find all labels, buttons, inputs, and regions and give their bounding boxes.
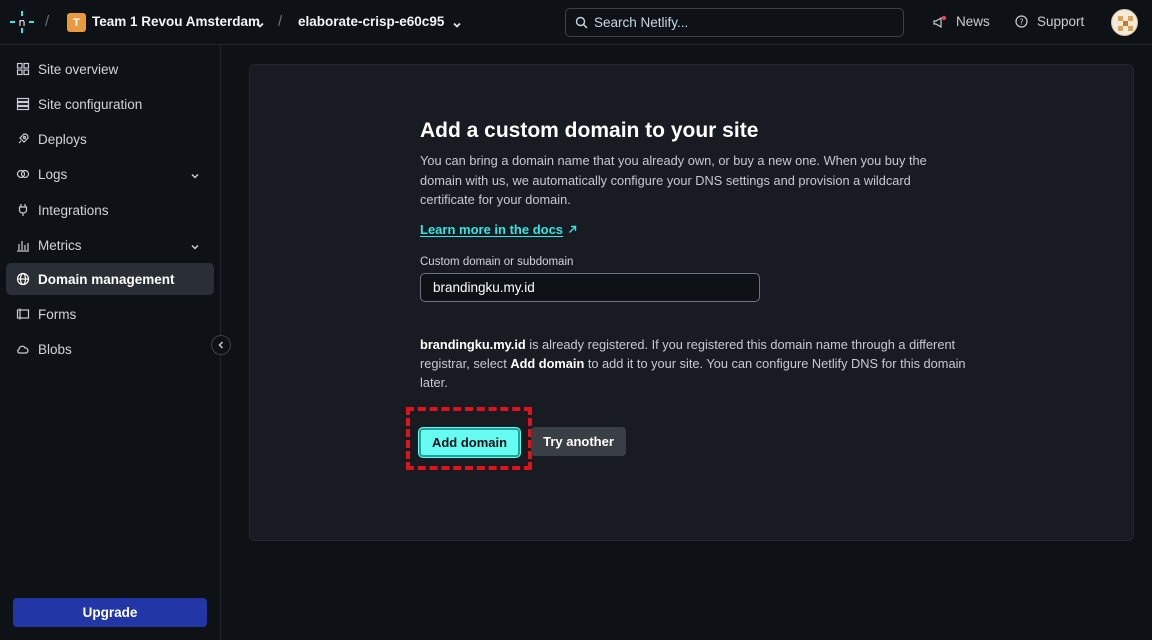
sidebar-item-integrations[interactable]: Integrations <box>6 194 214 226</box>
collapse-sidebar-button[interactable] <box>211 335 231 355</box>
sidebar-item-forms[interactable]: Forms <box>6 298 214 330</box>
help-circle-icon: ? <box>1015 15 1028 28</box>
rocket-icon <box>16 132 30 146</box>
sidebar-item-site-overview[interactable]: Site overview <box>6 53 214 85</box>
chevron-left-icon <box>218 341 224 349</box>
sidebar-item-label: Domain management <box>38 271 175 287</box>
support-label: Support <box>1037 14 1085 29</box>
sidebar-item-label: Site overview <box>38 61 119 77</box>
user-avatar[interactable] <box>1111 9 1138 36</box>
top-bar: n / T Team 1 Revou Amsterdam / elaborate… <box>0 0 1152 45</box>
plug-icon <box>16 203 30 217</box>
page-title: Add a custom domain to your site <box>420 119 759 142</box>
grid-icon <box>16 62 30 76</box>
page-description: You can bring a domain name that you alr… <box>420 153 927 207</box>
sidebar-item-label: Metrics <box>38 237 82 253</box>
sidebar-item-label: Blobs <box>38 341 72 357</box>
form-icon <box>16 307 30 321</box>
domain-field[interactable] <box>420 272 760 302</box>
sidebar-item-label: Deploys <box>38 131 87 147</box>
team-name[interactable]: Team 1 Revou Amsterdam <box>92 14 260 29</box>
chevron-down-icon[interactable] <box>255 18 265 28</box>
cloud-icon <box>16 342 30 356</box>
search-input[interactable]: Search Netlify... <box>565 8 904 37</box>
breadcrumb-separator: / <box>45 13 50 30</box>
sidebar-item-site-configuration[interactable]: Site configuration <box>6 88 214 120</box>
docs-link[interactable]: Learn more in the docs <box>420 222 577 237</box>
globe-icon <box>16 272 30 286</box>
news-button[interactable]: News <box>932 14 990 29</box>
sidebar-item-metrics[interactable]: Metrics <box>6 229 214 261</box>
chevron-down-icon[interactable] <box>190 240 200 255</box>
notice-domain: brandingku.my.id <box>420 336 526 352</box>
add-domain-button[interactable]: Add domain <box>419 428 520 457</box>
settings-list-icon <box>16 97 30 111</box>
upgrade-button[interactable]: Upgrade <box>13 598 207 627</box>
breadcrumb-separator: / <box>278 13 283 30</box>
try-another-button[interactable]: Try another <box>531 427 626 456</box>
domain-field-label: Custom domain or subdomain <box>420 255 574 268</box>
netlify-logo-icon[interactable]: n <box>10 11 34 33</box>
bar-chart-icon <box>16 238 30 252</box>
notice-action: Add domain <box>510 355 585 371</box>
sidebar-item-deploys[interactable]: Deploys <box>6 123 214 155</box>
sidebar-item-label: Integrations <box>38 202 109 218</box>
team-avatar[interactable]: T <box>67 13 86 32</box>
add-domain-card: Add a custom domain to your site You can… <box>249 64 1134 541</box>
external-link-icon <box>569 225 577 233</box>
docs-link-label: Learn more in the docs <box>420 221 564 237</box>
support-button[interactable]: ? Support <box>1015 14 1084 29</box>
sidebar-item-label: Logs <box>38 166 68 182</box>
chevron-down-icon[interactable] <box>452 18 462 28</box>
sidebar-item-label: Forms <box>38 306 77 322</box>
search-placeholder: Search Netlify... <box>594 15 689 30</box>
chevron-down-icon[interactable] <box>190 169 200 184</box>
news-label: News <box>956 14 990 29</box>
sidebar: Site overview Site configuration Deploys… <box>0 45 221 640</box>
megaphone-icon <box>933 15 947 28</box>
logs-icon <box>16 167 30 181</box>
sidebar-item-label: Site configuration <box>38 96 143 112</box>
sidebar-item-domain-management[interactable]: Domain management <box>6 263 214 295</box>
svg-text:?: ? <box>1019 18 1023 27</box>
search-icon <box>575 16 588 29</box>
sidebar-item-logs[interactable]: Logs <box>6 158 214 190</box>
svg-text:n: n <box>19 16 26 29</box>
site-name[interactable]: elaborate-crisp-e60c95 <box>298 14 444 29</box>
domain-notice: brandingku.my.id is already registered. … <box>420 335 970 392</box>
sidebar-item-blobs[interactable]: Blobs <box>6 333 214 365</box>
